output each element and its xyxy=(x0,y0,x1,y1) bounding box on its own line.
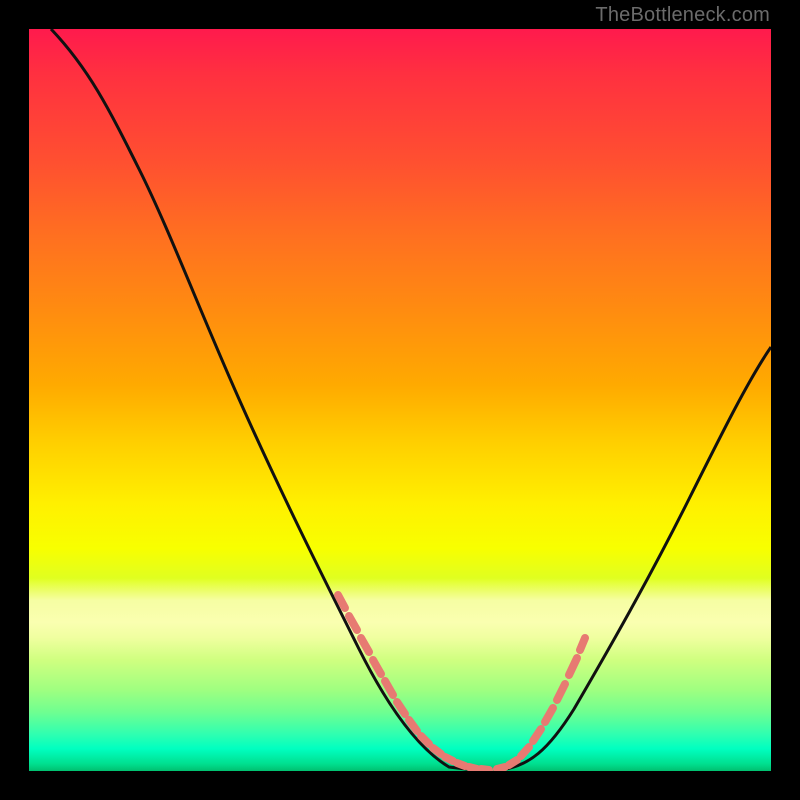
highlight-dots-left xyxy=(338,595,489,770)
plot-area xyxy=(29,29,771,771)
watermark-text: TheBottleneck.com xyxy=(595,4,770,27)
chart-frame: TheBottleneck.com xyxy=(0,0,800,800)
left-curve xyxy=(51,29,474,770)
right-curve xyxy=(499,347,771,770)
curve-svg xyxy=(29,29,771,771)
